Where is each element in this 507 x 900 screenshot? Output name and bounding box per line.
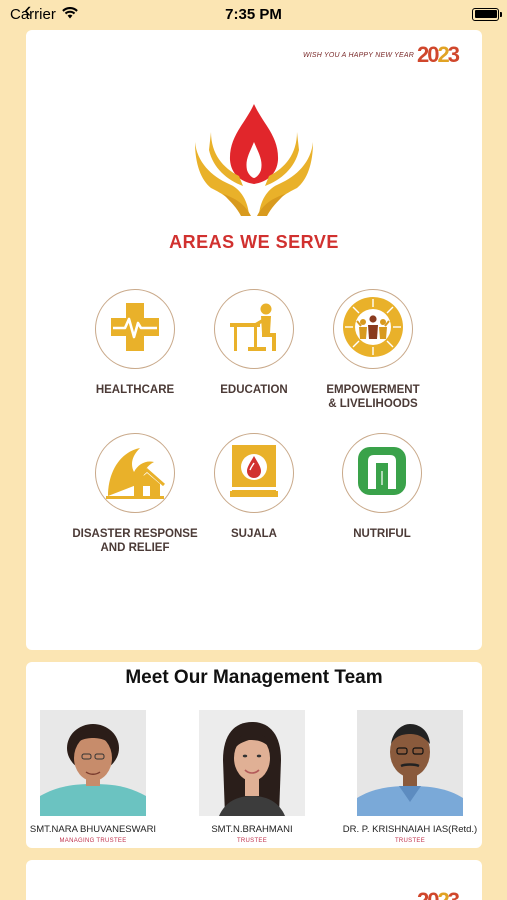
battery-icon xyxy=(472,7,502,21)
team-title: Meet Our Management Team xyxy=(125,667,383,688)
member-photo xyxy=(199,710,305,816)
empowerment-icon xyxy=(341,295,405,364)
nutriful-icon xyxy=(356,445,408,502)
education-icon xyxy=(226,299,282,360)
member-role: TRUSTEE xyxy=(236,838,268,844)
areas-title: AREAS WE SERVE xyxy=(169,232,339,252)
area-empowerment[interactable]: EMPOWERMENT & LIVELIHOODS xyxy=(303,289,443,411)
sujala-icon xyxy=(229,443,279,504)
wifi-icon xyxy=(62,6,78,23)
area-label: SUJALA xyxy=(230,528,277,540)
area-label: NUTRIFUL xyxy=(353,528,411,540)
back-chevron-icon[interactable]: ‹ xyxy=(24,0,31,21)
area-nutriful[interactable]: NUTRIFUL xyxy=(312,433,452,541)
team-member[interactable]: SMT.N.BRAHMANI TRUSTEE xyxy=(177,710,327,844)
new-year-year: 2023 xyxy=(417,888,460,900)
area-label: EMPOWERMENT & LIVELIHOODS xyxy=(326,384,420,410)
flame-hands-logo xyxy=(193,102,315,222)
new-year-banner: WISH YOU A HAPPY NEW YEAR 2023 xyxy=(302,42,460,68)
new-year-year: 2023 xyxy=(417,42,460,67)
disaster-relief-icon xyxy=(104,442,166,505)
member-photo xyxy=(357,710,463,816)
status-bar: Carrier 7:35 PM xyxy=(0,0,507,28)
member-role: MANAGING TRUSTEE xyxy=(59,838,127,844)
team-member[interactable]: DR. P. KRISHNAIAH IAS(Retd.) TRUSTEE xyxy=(335,710,485,844)
new-year-banner: 2023 xyxy=(417,888,460,900)
team-member[interactable]: SMT.NARA BHUVANESWARI MANAGING TRUSTEE xyxy=(18,710,168,844)
area-sujala[interactable]: SUJALA xyxy=(184,433,324,541)
new-year-greeting: WISH YOU A HAPPY NEW YEAR xyxy=(302,51,415,59)
carrier-label: Carrier xyxy=(10,5,56,23)
healthcare-icon xyxy=(107,299,163,360)
member-photo xyxy=(40,710,146,816)
next-card: 2023 xyxy=(26,860,482,900)
management-team-card: Meet Our Management Team SMT.NARA BHUVAN… xyxy=(26,662,482,848)
member-name: DR. P. KRISHNAIAH IAS(Retd.) xyxy=(342,824,478,835)
areas-card: WISH YOU A HAPPY NEW YEAR 2023 AREAS WE … xyxy=(26,30,482,650)
member-name: SMT.N.BRAHMANI xyxy=(211,824,293,835)
member-role: TRUSTEE xyxy=(394,838,426,844)
member-name: SMT.NARA BHUVANESWARI xyxy=(29,824,157,835)
